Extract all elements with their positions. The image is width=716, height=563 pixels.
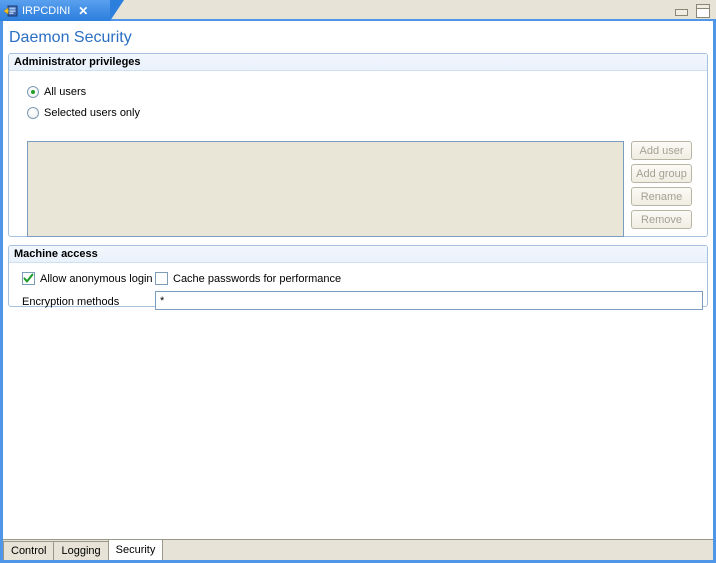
minimize-button[interactable] — [675, 9, 688, 16]
editor-tab-strip: IRPCDINI ✕ — [0, 0, 716, 21]
maximize-button[interactable] — [696, 4, 710, 18]
radio-all-users-label: All users — [44, 86, 87, 98]
remove-button[interactable]: Remove — [631, 210, 692, 229]
encryption-methods-input[interactable]: * — [155, 291, 703, 310]
tab-logging[interactable]: Logging — [53, 541, 109, 560]
radio-all-users-indicator[interactable] — [27, 86, 39, 98]
administrator-privileges-group: Administrator privileges All users Selec… — [8, 53, 708, 237]
checkbox-allow-anonymous-login-label: Allow anonymous login — [40, 272, 153, 285]
radio-selected-users-only-indicator[interactable] — [27, 107, 39, 119]
checkbox-allow-anonymous-login[interactable]: Allow anonymous login — [22, 272, 153, 285]
tab-security[interactable]: Security — [107, 539, 164, 560]
radio-selected-users-only[interactable]: Selected users only — [27, 107, 140, 119]
close-icon[interactable]: ✕ — [78, 5, 88, 17]
window-controls — [675, 4, 710, 18]
checkbox-cache-passwords-label: Cache passwords for performance — [173, 272, 342, 285]
daemon-security-window: IRPCDINI ✕ Daemon Security Administrator… — [0, 0, 716, 563]
radio-selected-users-only-label: Selected users only — [44, 107, 140, 119]
editor-frame: Daemon Security Administrator privileges… — [0, 21, 716, 563]
user-actions-buttons: Add user Add group Rename Remove — [631, 141, 692, 229]
machine-access-header: Machine access — [9, 246, 707, 263]
tab-control[interactable]: Control — [3, 541, 55, 560]
add-group-button[interactable]: Add group — [631, 164, 692, 183]
checkbox-cache-passwords-box[interactable] — [155, 272, 168, 285]
checkbox-allow-anonymous-login-box[interactable] — [22, 272, 35, 285]
add-user-button[interactable]: Add user — [631, 141, 692, 160]
page-title: Daemon Security — [9, 29, 132, 46]
radio-all-users[interactable]: All users — [27, 86, 86, 98]
users-listbox[interactable] — [27, 141, 624, 237]
bottom-tab-bar: Control Logging Security — [3, 539, 713, 560]
administrator-privileges-header: Administrator privileges — [9, 54, 707, 71]
editor-tab-irpcdini[interactable]: IRPCDINI ✕ — [0, 0, 124, 21]
rename-button[interactable]: Rename — [631, 187, 692, 206]
encryption-methods-label: Encryption methods — [22, 296, 120, 308]
machine-access-group: Machine access Allow anonymous login Cac… — [8, 245, 708, 310]
ini-file-icon — [3, 4, 18, 18]
checkbox-cache-passwords[interactable]: Cache passwords for performance — [155, 272, 341, 285]
editor-tab-label: IRPCDINI — [22, 4, 71, 17]
